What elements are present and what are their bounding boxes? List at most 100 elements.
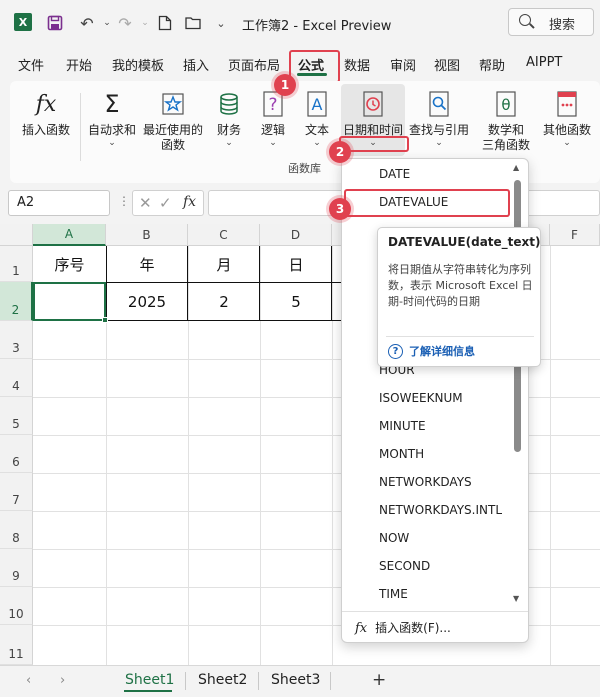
recent-functions-button[interactable]: 最近使用的 函数: [142, 89, 204, 153]
new-file-icon[interactable]: [154, 12, 176, 34]
save-icon[interactable]: [44, 12, 66, 34]
cell-c2[interactable]: 2: [188, 282, 260, 321]
function-library-group-label: 函数库: [288, 162, 321, 175]
name-box[interactable]: A2 ⌄: [8, 190, 110, 216]
annotation-badge-3: 3: [329, 198, 351, 220]
text-button[interactable]: A 文本 ⌄: [300, 89, 334, 148]
function-item-now[interactable]: NOW: [379, 531, 409, 545]
search-input[interactable]: 搜索: [508, 8, 594, 36]
prev-sheet-icon[interactable]: ‹: [26, 673, 31, 688]
fx-icon[interactable]: fx: [183, 194, 196, 210]
column-header-f[interactable]: F: [550, 224, 600, 246]
recent-label-1: 最近使用的: [142, 123, 203, 137]
cell-c1[interactable]: 月: [188, 246, 260, 282]
function-item-second[interactable]: SECOND: [379, 559, 430, 573]
row-header-1[interactable]: 1: [0, 246, 33, 282]
cell-b1[interactable]: 年: [106, 246, 188, 282]
svg-text:?: ?: [268, 95, 277, 115]
tab-data[interactable]: 数据: [344, 55, 370, 74]
math-label-2: 三角函数: [481, 138, 530, 152]
customize-qat-icon[interactable]: ⌄: [210, 12, 232, 34]
function-item-date[interactable]: DATE: [379, 167, 410, 181]
row-header-8[interactable]: 8: [0, 511, 33, 549]
tab-insert[interactable]: 插入: [183, 55, 209, 74]
financial-label: 财务: [216, 123, 241, 137]
autosum-button[interactable]: Σ 自动求和 ⌄: [86, 89, 138, 148]
sigma-icon: Σ: [104, 90, 120, 118]
sheet-tab-sheet3[interactable]: Sheet3: [271, 672, 320, 688]
tab-review[interactable]: 审阅: [390, 55, 416, 74]
next-sheet-icon[interactable]: ›: [60, 673, 65, 688]
cell-d2[interactable]: 5: [260, 282, 332, 321]
tooltip-title: DATEVALUE(date_text): [388, 235, 541, 249]
help-icon: ?: [388, 343, 403, 359]
clock-calendar-icon: [358, 89, 388, 119]
lookup-reference-button[interactable]: 查找与引用 ⌄: [408, 89, 470, 148]
function-item-month[interactable]: MONTH: [379, 447, 424, 461]
tab-aippt[interactable]: AIPPT: [526, 55, 562, 70]
open-folder-icon[interactable]: [182, 12, 204, 34]
function-item-isoweeknum[interactable]: ISOWEEKNUM: [379, 391, 463, 405]
scroll-down-icon[interactable]: ▼: [513, 594, 519, 603]
row-header-9[interactable]: 9: [0, 549, 33, 587]
function-item-minute[interactable]: MINUTE: [379, 419, 426, 433]
grid-line: [550, 246, 551, 665]
cell-d1[interactable]: 日: [260, 246, 332, 282]
learn-more-label: 了解详细信息: [409, 345, 475, 358]
scroll-up-icon[interactable]: ▲: [513, 163, 519, 172]
sheet-separator: [258, 672, 259, 690]
function-item-networkdays-intl[interactable]: NETWORKDAYS.INTL: [379, 503, 502, 517]
column-header-a[interactable]: A: [33, 224, 106, 246]
select-all-corner[interactable]: [0, 224, 33, 246]
theta-book-icon: θ: [491, 89, 521, 119]
tab-file[interactable]: 文件: [18, 55, 44, 74]
tab-home[interactable]: 开始: [66, 55, 92, 74]
fill-handle[interactable]: [102, 317, 108, 323]
column-header-c[interactable]: C: [188, 224, 260, 246]
logical-button[interactable]: ? 逻辑 ⌄: [256, 89, 290, 148]
row-header-11[interactable]: 11: [0, 625, 33, 665]
tab-help[interactable]: 帮助: [479, 55, 505, 74]
redo-dropdown-icon[interactable]: ⌄: [134, 12, 156, 34]
insert-function-menu-item[interactable]: fx 插入函数(F)...: [355, 619, 451, 636]
row-header-6[interactable]: 6: [0, 435, 33, 473]
confirm-icon[interactable]: ✓: [159, 194, 172, 212]
cell-b2[interactable]: 2025: [106, 282, 188, 321]
undo-icon[interactable]: ↶: [76, 12, 98, 34]
grid-line: [332, 246, 333, 665]
row-header-4[interactable]: 4: [0, 359, 33, 397]
function-item-datevalue[interactable]: DATEVALUE: [379, 195, 448, 209]
row-header-10[interactable]: 10: [0, 587, 33, 625]
more-functions-icon: [552, 89, 582, 119]
row-header-7[interactable]: 7: [0, 473, 33, 511]
cancel-icon[interactable]: ✕: [139, 194, 152, 212]
magnifier-book-icon: [424, 89, 454, 119]
annotation-badge-1: 1: [274, 74, 296, 96]
insert-function-button[interactable]: fx 插入函数: [18, 89, 74, 138]
fx-icon: fx: [35, 91, 57, 117]
tab-page-layout[interactable]: 页面布局: [228, 55, 280, 74]
function-item-time[interactable]: TIME: [379, 587, 408, 601]
sheet-tab-sheet2[interactable]: Sheet2: [198, 672, 247, 688]
cell-a1[interactable]: 序号: [33, 246, 106, 282]
redo-icon[interactable]: ↷: [114, 12, 136, 34]
sheet-separator: [330, 672, 331, 690]
learn-more-link[interactable]: ? 了解详细信息: [388, 343, 475, 359]
row-header-3[interactable]: 3: [0, 321, 33, 359]
sheet-tab-sheet1[interactable]: Sheet1: [125, 672, 174, 688]
function-item-networkdays[interactable]: NETWORKDAYS: [379, 475, 472, 489]
row-header-5[interactable]: 5: [0, 397, 33, 435]
more-functions-button[interactable]: 其他函数 ⌄: [540, 89, 594, 148]
add-sheet-icon[interactable]: +: [372, 670, 386, 690]
column-header-b[interactable]: B: [106, 224, 188, 246]
svg-text:A: A: [312, 95, 323, 114]
math-trig-button[interactable]: θ 数学和 三角函数: [476, 89, 536, 153]
column-header-d[interactable]: D: [260, 224, 332, 246]
excel-logo-icon: X: [14, 13, 32, 31]
row-header-2[interactable]: 2: [0, 282, 33, 321]
tab-view[interactable]: 视图: [434, 55, 460, 74]
dropdown-separator: [342, 611, 528, 612]
financial-button[interactable]: 财务 ⌄: [212, 89, 246, 148]
tab-my-templates[interactable]: 我的模板: [112, 55, 164, 74]
function-tooltip: DATEVALUE(date_text) 将日期值从字符串转化为序列数，表示 M…: [377, 227, 541, 367]
